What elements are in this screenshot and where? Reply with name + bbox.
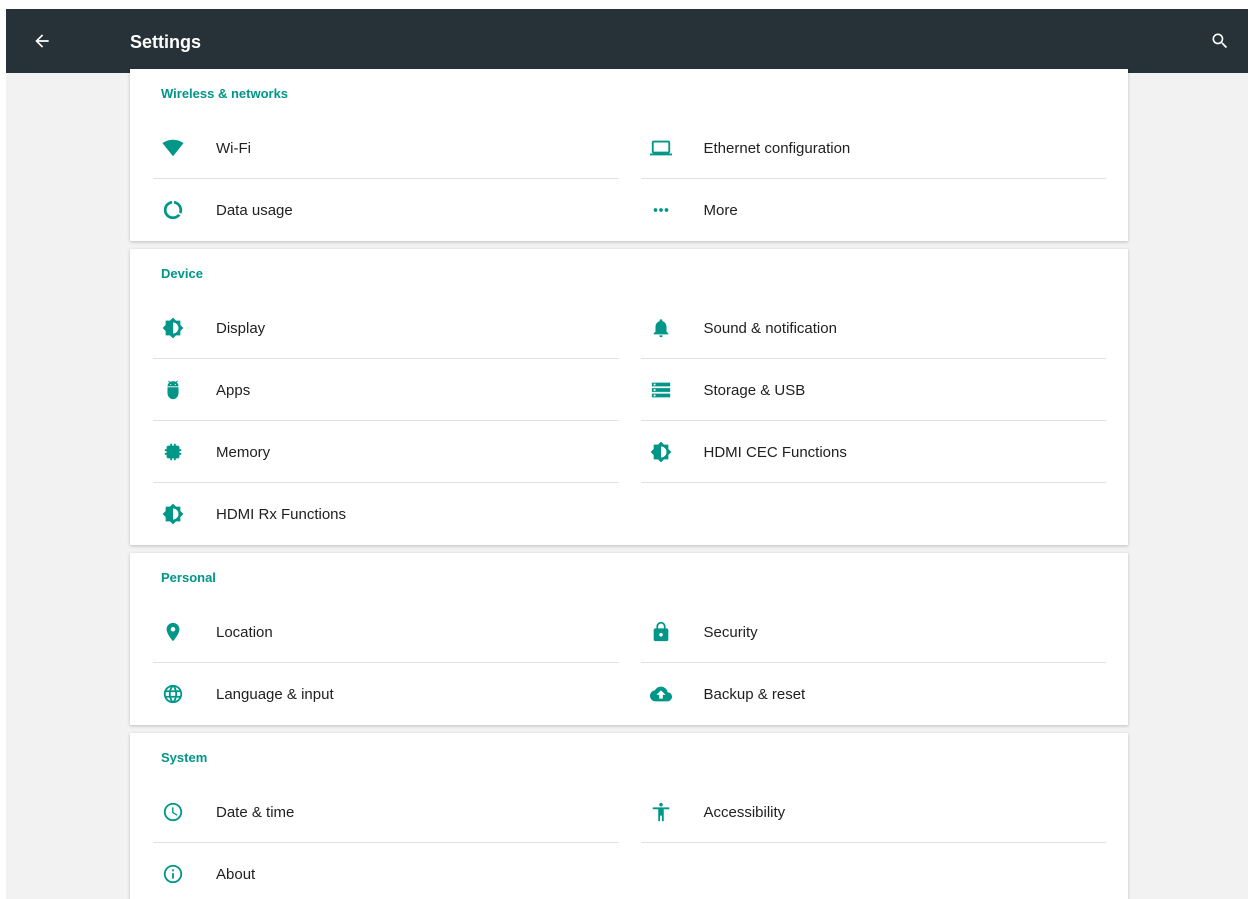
settings-item-label: Ethernet configuration xyxy=(703,139,851,157)
settings-item-label: Accessibility xyxy=(703,803,786,821)
settings-item-hdmi-cec-functions[interactable]: HDMI CEC Functions xyxy=(640,421,1107,483)
section-header: System xyxy=(161,750,208,765)
settings-item-label: Location xyxy=(216,623,273,641)
back-button[interactable] xyxy=(28,27,56,55)
settings-item-label: Display xyxy=(216,319,266,337)
settings-item-ethernet-configuration[interactable]: Ethernet configuration xyxy=(640,117,1107,179)
settings-item-sound-and-notification[interactable]: Sound & notification xyxy=(640,297,1107,359)
accessibility-icon xyxy=(641,801,681,823)
settings-item-location[interactable]: Location xyxy=(153,601,619,663)
section-items: Display Sound & notification Apps Storage &… xyxy=(130,297,1128,545)
arrow-back-icon xyxy=(35,34,49,48)
globe-icon xyxy=(153,683,193,705)
section-device: Device Display Sound & notification Apps Sto… xyxy=(130,249,1128,545)
section-items: Location Security Language & input Backup &… xyxy=(130,601,1128,725)
settings-item-backup-and-reset[interactable]: Backup & reset xyxy=(641,663,1107,725)
section-header: Personal xyxy=(161,570,216,585)
laptop-icon xyxy=(641,137,681,159)
settings-item-data-usage[interactable]: Data usage xyxy=(153,179,619,241)
settings-list: Wireless & networks Wi-Fi Ethernet configu… xyxy=(130,69,1128,899)
settings-item-display[interactable]: Display xyxy=(153,297,619,359)
settings-item-language-and-input[interactable]: Language & input xyxy=(153,663,619,725)
settings-item-label: Sound & notification xyxy=(703,319,837,337)
more-horiz-icon xyxy=(641,199,681,221)
brightness-icon xyxy=(153,503,193,525)
settings-item-label: Apps xyxy=(216,381,251,399)
cloud-upload-icon xyxy=(641,683,681,705)
lock-icon xyxy=(641,621,681,643)
settings-item-label: HDMI Rx Functions xyxy=(216,505,347,523)
section-header: Device xyxy=(161,266,203,281)
settings-item-label: Data usage xyxy=(216,201,293,219)
settings-item-label: About xyxy=(216,865,256,883)
settings-item-label: HDMI CEC Functions xyxy=(703,443,847,461)
settings-item-storage-and-usb[interactable]: Storage & USB xyxy=(640,359,1107,421)
settings-item-label: Language & input xyxy=(216,685,334,703)
section-system: System Date & time Accessibility About xyxy=(130,733,1128,899)
settings-item-wi-fi[interactable]: Wi-Fi xyxy=(153,117,619,179)
settings-item-label: Wi-Fi xyxy=(216,139,251,157)
info-icon xyxy=(153,863,193,885)
brightness-icon xyxy=(641,441,681,463)
section-items: Wi-Fi Ethernet configuration Data usage Mor… xyxy=(130,117,1128,241)
android-icon xyxy=(153,379,193,401)
search-icon xyxy=(1212,33,1228,49)
settings-item-accessibility[interactable]: Accessibility xyxy=(640,781,1107,843)
section-personal: Personal Location Security Language & input… xyxy=(130,553,1128,725)
clock-icon xyxy=(153,801,193,823)
settings-app: Settings Wireless & networks Wi-Fi Etherne… xyxy=(6,9,1248,899)
bell-icon xyxy=(641,317,681,339)
settings-item-label: More xyxy=(703,201,738,219)
settings-item-more[interactable]: More xyxy=(641,179,1107,241)
brightness-icon xyxy=(153,317,193,339)
settings-item-label: Storage & USB xyxy=(703,381,806,399)
section-items: Date & time Accessibility About xyxy=(130,781,1128,899)
toolbar: Settings xyxy=(6,9,1248,73)
search-button[interactable] xyxy=(1206,27,1234,55)
settings-item-apps[interactable]: Apps xyxy=(153,359,619,421)
memory-chip-icon xyxy=(153,441,193,463)
data-usage-icon xyxy=(153,199,193,221)
settings-item-label: Memory xyxy=(216,443,271,461)
storage-icon xyxy=(641,379,681,401)
wifi-icon xyxy=(153,137,193,159)
settings-item-about[interactable]: About xyxy=(153,843,619,899)
section-header: Wireless & networks xyxy=(161,86,289,101)
settings-item-hdmi-rx-functions[interactable]: HDMI Rx Functions xyxy=(153,483,619,545)
settings-item-label: Date & time xyxy=(216,803,295,821)
settings-item-label: Backup & reset xyxy=(703,685,806,703)
settings-item-security[interactable]: Security xyxy=(640,601,1107,663)
section-wireless-and-networks: Wireless & networks Wi-Fi Ethernet configu… xyxy=(130,69,1128,241)
location-pin-icon xyxy=(153,621,193,643)
page-title: Settings xyxy=(130,32,202,52)
settings-item-memory[interactable]: Memory xyxy=(153,421,619,483)
settings-item-date-and-time[interactable]: Date & time xyxy=(153,781,619,843)
settings-item-label: Security xyxy=(703,623,758,641)
